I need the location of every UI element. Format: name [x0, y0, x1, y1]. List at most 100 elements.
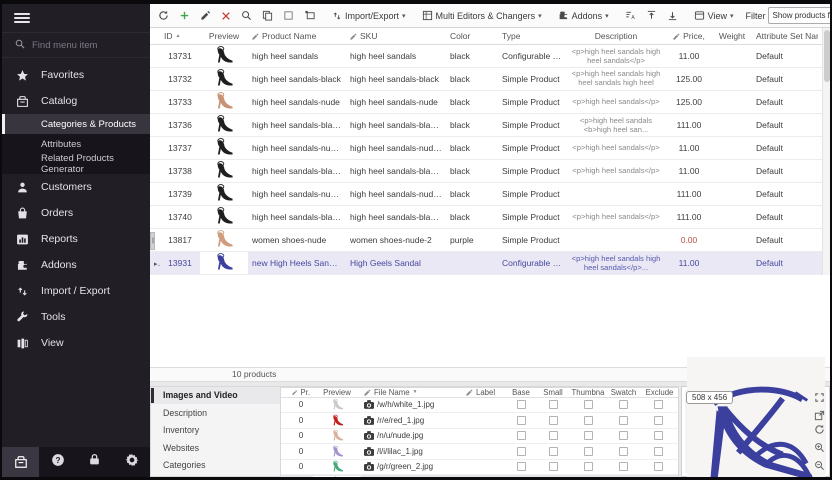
checkbox-cell[interactable]: [640, 416, 676, 425]
table-row[interactable]: 13733high heel sandals-nudehigh heel san…: [150, 91, 822, 114]
checkbox-tool-button[interactable]: [279, 6, 298, 26]
checkbox[interactable]: [654, 431, 663, 440]
tab-images-and-video[interactable]: Images and Video: [151, 387, 280, 405]
lock-button[interactable]: [76, 447, 113, 477]
open-external-icon[interactable]: [812, 409, 826, 423]
checkbox[interactable]: [584, 400, 593, 409]
list-item[interactable]: 0/r/e/red_1.jpg: [281, 413, 678, 429]
checkbox[interactable]: [549, 447, 558, 456]
list-item[interactable]: 0/n/u/nude.jpg: [281, 429, 678, 445]
checkbox[interactable]: [584, 447, 593, 456]
rotate-icon[interactable]: [812, 422, 826, 436]
checkbox-cell[interactable]: [537, 431, 569, 440]
table-row[interactable]: 13738high heel sandals-black-37high heel…: [150, 160, 822, 183]
help-button[interactable]: ?: [39, 447, 76, 477]
list-item[interactable]: 0/l/i/lilac_1.jpg: [281, 444, 678, 460]
column-header[interactable]: Pr.: [289, 388, 313, 397]
checkbox[interactable]: [549, 400, 558, 409]
move-down-button[interactable]: [663, 6, 682, 26]
table-row[interactable]: 13731high heel sandalshigh heel sandalsb…: [150, 45, 822, 68]
checkbox[interactable]: [619, 431, 628, 440]
column-header[interactable]: File Name▼: [361, 388, 463, 397]
checkbox[interactable]: [517, 416, 526, 425]
checkbox-cell[interactable]: [569, 431, 607, 440]
checkbox-cell[interactable]: [607, 416, 640, 425]
sidebar-item-view[interactable]: View: [2, 330, 150, 356]
column-header[interactable]: Label: [463, 388, 505, 397]
fullscreen-icon[interactable]: [812, 391, 826, 405]
column-header[interactable]: Base: [505, 388, 537, 397]
table-row[interactable]: 13817women shoes-nudewomen shoes-nude-2p…: [150, 229, 822, 252]
sidebar-item-favorites[interactable]: Favorites: [2, 62, 150, 88]
import-export-menu[interactable]: Import/Export▾: [328, 6, 410, 26]
filter-select[interactable]: Show products from selected categories▾: [768, 7, 830, 24]
delete-product-button[interactable]: [217, 6, 235, 26]
sidebar-item-related-products-generator[interactable]: Related Products Generator: [2, 154, 150, 174]
sidebar-item-addons[interactable]: Addons: [2, 252, 150, 278]
checkbox-cell[interactable]: [505, 400, 537, 409]
checkbox-cell[interactable]: [569, 400, 607, 409]
checkbox[interactable]: [619, 400, 628, 409]
column-header[interactable]: ID▲: [160, 31, 200, 41]
column-header[interactable]: Attribute Set Name: [752, 31, 818, 41]
checkbox[interactable]: [654, 416, 663, 425]
sidebar-item-orders[interactable]: Orders: [2, 200, 150, 226]
checkbox-cell[interactable]: [640, 400, 676, 409]
refresh-button[interactable]: [154, 6, 173, 26]
table-row[interactable]: 13737high heel sandals-nude-36high heel …: [150, 137, 822, 160]
tab-description[interactable]: Description: [151, 404, 280, 422]
sidebar-item-attributes[interactable]: Attributes: [2, 134, 150, 154]
products-scrollbar[interactable]: [822, 28, 830, 275]
checkbox[interactable]: [619, 462, 628, 471]
checkbox-cell[interactable]: [569, 462, 607, 471]
checkbox[interactable]: [654, 447, 663, 456]
column-header[interactable]: SKU: [346, 31, 446, 41]
checkbox-cell[interactable]: [505, 462, 537, 471]
checkbox[interactable]: [619, 447, 628, 456]
multi-editors-menu[interactable]: Multi Editors & Changers▾: [418, 6, 546, 26]
checkbox-cell[interactable]: [537, 447, 569, 456]
edit-product-button[interactable]: [196, 6, 215, 26]
sidebar-item-tools[interactable]: Tools: [2, 304, 150, 330]
duplicate-button[interactable]: [300, 6, 320, 26]
checkbox-cell[interactable]: [537, 400, 569, 409]
list-item[interactable]: ▸1/b/l/blue_6.jpg: [281, 475, 678, 480]
sidebar-item-reports[interactable]: Reports: [2, 226, 150, 252]
move-up-button[interactable]: [642, 6, 661, 26]
column-header[interactable]: Preview: [313, 388, 361, 397]
checkbox[interactable]: [517, 431, 526, 440]
column-header[interactable]: Thumbna: [569, 388, 607, 397]
checkbox[interactable]: [584, 462, 593, 471]
checkbox[interactable]: [584, 431, 593, 440]
table-row[interactable]: 13740high heel sandals-black-38high heel…: [150, 206, 822, 229]
checkbox-cell[interactable]: [607, 462, 640, 471]
checkbox[interactable]: [517, 447, 526, 456]
checkbox-cell[interactable]: [569, 416, 607, 425]
sidebar-item-customers[interactable]: Customers: [2, 174, 150, 200]
search-input[interactable]: [32, 40, 132, 51]
column-header[interactable]: Small: [537, 388, 569, 397]
tab-categories[interactable]: Categories: [151, 457, 280, 475]
checkbox-cell[interactable]: [607, 431, 640, 440]
list-item[interactable]: 0/w/h/white_1.jpg: [281, 398, 678, 414]
add-product-button[interactable]: [175, 6, 194, 26]
checkbox[interactable]: [549, 416, 558, 425]
column-header[interactable]: Exclude: [640, 388, 676, 397]
checkbox-cell[interactable]: [505, 431, 537, 440]
tab-websites[interactable]: Websites: [151, 439, 280, 457]
checkbox[interactable]: [517, 400, 526, 409]
column-header[interactable]: Color: [446, 31, 498, 41]
sidebar-item-catalog[interactable]: Catalog: [2, 88, 150, 114]
checkbox-cell[interactable]: [505, 416, 537, 425]
view-menu[interactable]: View▾: [690, 6, 738, 26]
zoom-out-icon[interactable]: [812, 458, 826, 472]
list-item[interactable]: 0/g/r/green_2.jpg: [281, 460, 678, 476]
addons-menu[interactable]: Addons▾: [554, 6, 613, 26]
tab-inventory[interactable]: Inventory: [151, 422, 280, 440]
checkbox[interactable]: [654, 400, 663, 409]
zoom-in-icon[interactable]: [812, 440, 826, 454]
settings-button[interactable]: [113, 447, 150, 477]
checkbox[interactable]: [549, 431, 558, 440]
table-row[interactable]: 13732high heel sandals-blackhigh heel sa…: [150, 68, 822, 91]
copy-button[interactable]: [258, 6, 277, 26]
